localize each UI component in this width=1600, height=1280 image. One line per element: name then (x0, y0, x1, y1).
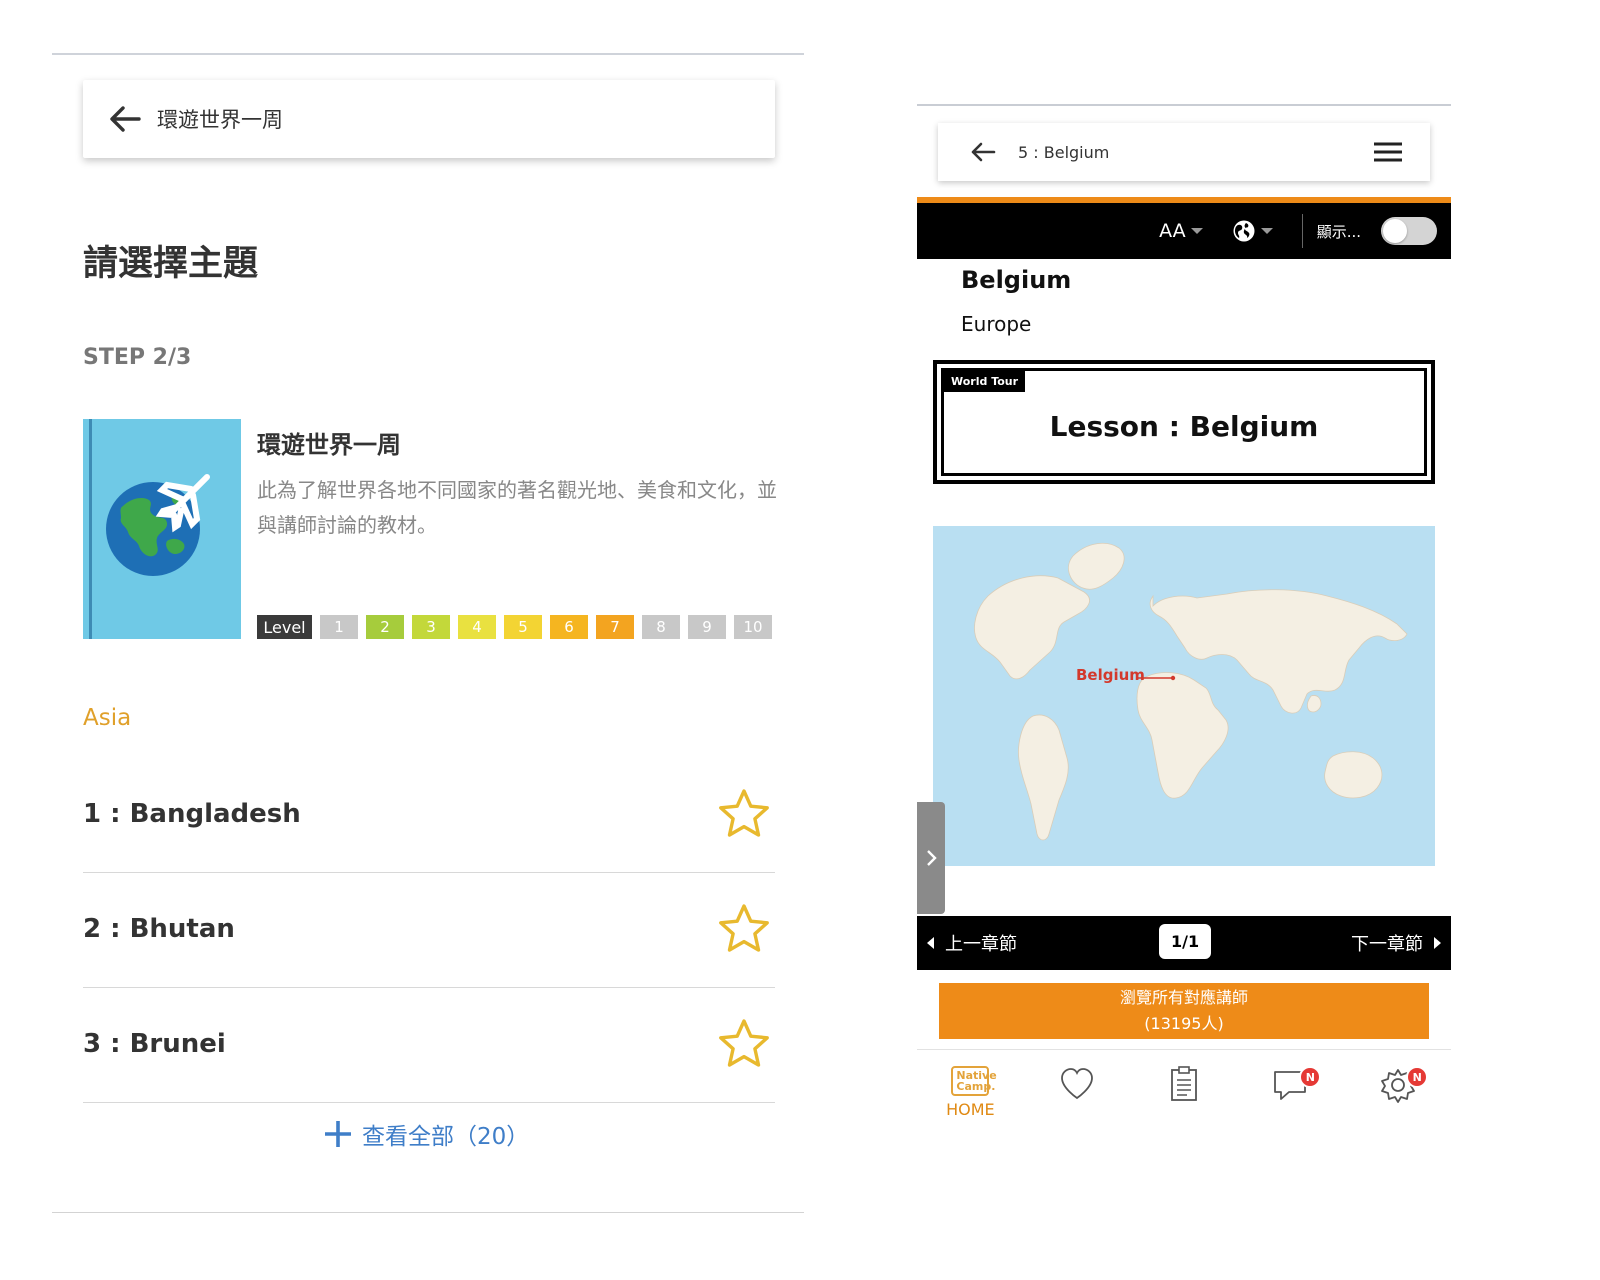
back-arrow-icon[interactable] (968, 137, 998, 167)
triangle-right-icon (1434, 937, 1441, 949)
course-title: 環遊世界一周 (257, 431, 401, 459)
lesson-top-bar: 5 : Belgium (938, 123, 1430, 181)
font-size-button[interactable]: AA (1159, 220, 1186, 242)
level-chip: 1 (320, 615, 358, 639)
tab-materials[interactable] (1131, 1050, 1238, 1129)
clipboard-icon (1171, 1066, 1197, 1101)
topic-name: 2 : Bhutan (83, 913, 235, 944)
topic-row[interactable]: 2 : Bhutan (83, 870, 775, 988)
native-camp-logo: Native Camp. (951, 1066, 997, 1096)
tab-home[interactable]: Native Camp. HOME (917, 1050, 1024, 1129)
favorite-star-icon[interactable] (717, 787, 771, 841)
step-indicator: STEP 2/3 (83, 345, 192, 370)
previous-chapter-label: 上一章節 (945, 934, 1017, 955)
tab-favorites[interactable] (1024, 1050, 1131, 1129)
page-title: 請選擇主題 (83, 244, 259, 284)
chevron-down-icon[interactable] (1260, 226, 1274, 236)
browse-tutors-label: 瀏覽所有對應講師 (1119, 988, 1248, 1007)
level-chip: 4 (458, 615, 496, 639)
toolbar-divider (1301, 214, 1303, 248)
level-chip: 10 (734, 615, 772, 639)
top-bar: 環遊世界一周 (83, 80, 775, 158)
topic-select-screen: 環遊世界一周 請選擇主題 STEP 2/3 環遊世界一周 此為了解世界各地不同國… (52, 53, 804, 1213)
topic-row[interactable]: 3 : Brunei (83, 985, 775, 1103)
hamburger-menu-icon[interactable] (1372, 140, 1404, 164)
triangle-left-icon (927, 937, 934, 949)
course-cover-image (83, 419, 241, 639)
map-country-label: Belgium (1076, 666, 1145, 684)
chapter-nav-bar: 上一章節 1/1 下一章節 (917, 916, 1451, 970)
display-label: 顯示... (1316, 222, 1361, 241)
next-chapter-label: 下一章節 (1351, 934, 1423, 955)
toggle-knob (1383, 219, 1407, 243)
level-chip: 9 (688, 615, 726, 639)
level-chip: 2 (366, 615, 404, 639)
language-globe-icon[interactable] (1232, 219, 1256, 243)
next-chapter-button[interactable]: 下一章節 (1351, 930, 1451, 956)
previous-chapter-button[interactable]: 上一章節 (917, 930, 1017, 956)
level-label: Level (257, 615, 312, 639)
chevron-right-icon (927, 850, 937, 866)
topic-name: 3 : Brunei (83, 1028, 226, 1059)
level-chip: 6 (550, 615, 588, 639)
world-tour-tag: World Tour (944, 371, 1026, 392)
topic-name: 1 : Bangladesh (83, 798, 301, 829)
heart-icon (1061, 1068, 1094, 1100)
favorite-star-icon[interactable] (717, 902, 771, 956)
view-all-link[interactable]: 查看全部（20） (322, 1117, 529, 1151)
topic-row[interactable]: 1 : Bangladesh (83, 755, 775, 873)
tab-home-label: HOME (946, 1100, 995, 1119)
region-heading: Asia (83, 705, 132, 731)
plus-icon (325, 1121, 351, 1147)
level-chip: 7 (596, 615, 634, 639)
level-chip: 8 (642, 615, 680, 639)
lesson-screen: 5 : Belgium AA 顯示... Belgium Europe Worl… (917, 104, 1451, 1144)
back-arrow-icon[interactable] (105, 99, 145, 139)
world-map-image (974, 542, 1408, 841)
cover-spine (89, 419, 92, 639)
page-counter: 1/1 (1159, 924, 1212, 959)
chevron-down-icon[interactable] (1190, 226, 1204, 236)
course-description: 此為了解世界各地不同國家的著名觀光地、美食和文化，並與講師討論的教材。 (257, 478, 777, 537)
browse-tutors-button[interactable]: 瀏覽所有對應講師 (13195人) (939, 983, 1429, 1039)
lesson-title: Lesson : Belgium (1049, 409, 1319, 443)
lesson-title-card-inner: World Tour Lesson : Belgium (941, 368, 1427, 476)
level-scale: Level 1 2 3 4 5 6 7 8 9 10 (257, 615, 772, 639)
display-toggle[interactable] (1381, 217, 1437, 245)
tab-settings[interactable]: N (1344, 1050, 1451, 1129)
country-name: Belgium (961, 266, 1072, 294)
lesson-title-card: World Tour Lesson : Belgium (933, 360, 1435, 484)
tutor-count: (13195人) (1144, 1014, 1224, 1033)
notification-badge: N (1406, 1066, 1429, 1088)
level-chip: 3 (412, 615, 450, 639)
tab-messages[interactable]: N (1237, 1050, 1344, 1129)
globe-airplane-icon (106, 474, 210, 576)
favorite-star-icon[interactable] (717, 1017, 771, 1071)
bottom-tab-bar: Native Camp. HOME N N (917, 1049, 1451, 1129)
continent-name: Europe (961, 312, 1032, 336)
reader-toolbar: AA 顯示... (917, 203, 1451, 259)
side-drawer-handle[interactable] (917, 802, 945, 914)
lesson-top-bar-title: 5 : Belgium (1018, 142, 1110, 162)
view-all-label: 查看全部（20） (362, 1124, 530, 1150)
notification-badge: N (1299, 1066, 1322, 1088)
world-map: Belgium (933, 526, 1435, 866)
screenshot-root: 環遊世界一周 請選擇主題 STEP 2/3 環遊世界一周 此為了解世界各地不同國… (0, 0, 1600, 1280)
level-chip: 5 (504, 615, 542, 639)
top-bar-title: 環遊世界一周 (157, 108, 283, 132)
